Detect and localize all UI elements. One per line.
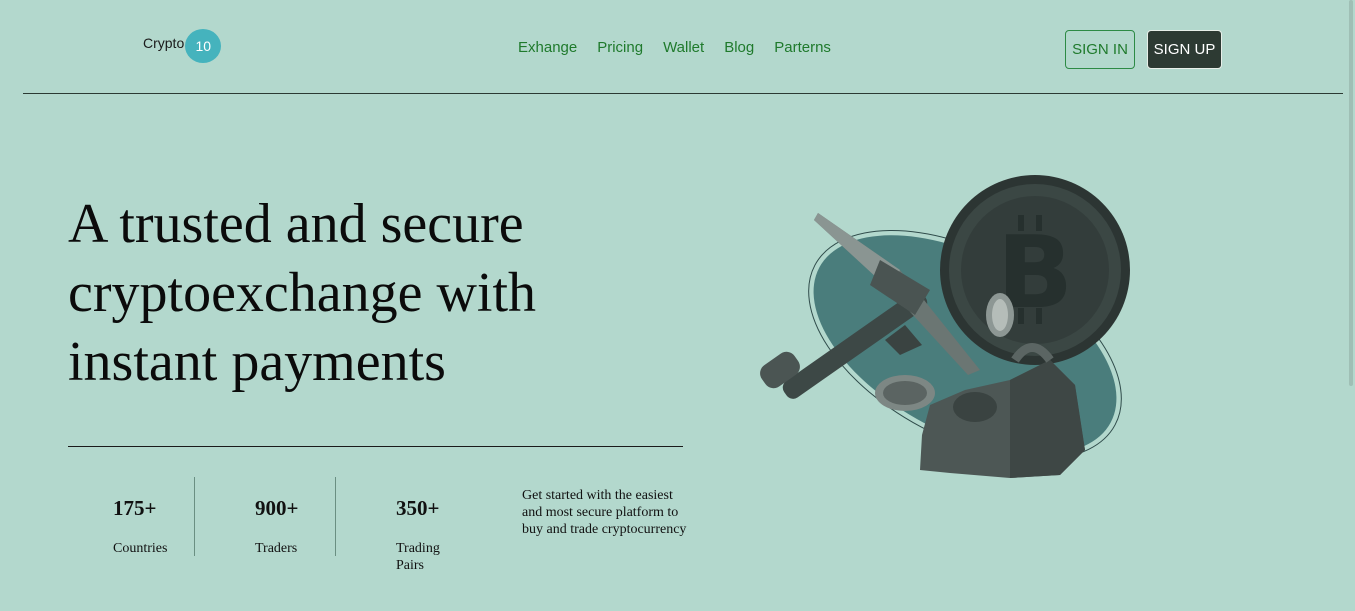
hero-title-line-2: cryptoexchange with — [68, 262, 537, 324]
stat-separator — [335, 477, 336, 556]
main-nav: Exhange Pricing Wallet Blog Parterns — [518, 39, 851, 56]
nav-link-partners[interactable]: Parterns — [774, 39, 831, 56]
hero-tagline: Get started with the easiest and most se… — [522, 488, 687, 537]
nav-link-pricing[interactable]: Pricing — [597, 39, 643, 56]
stat-label: Countries — [113, 541, 168, 556]
sign-up-button[interactable]: SIGN UP — [1147, 30, 1222, 69]
stat-label: Traders — [255, 541, 298, 556]
nav-link-wallet[interactable]: Wallet — [663, 39, 704, 56]
logo[interactable]: Crypto 10 — [143, 28, 222, 63]
stat-value: 350+ — [396, 496, 440, 520]
site-header: Crypto 10 Exhange Pricing Wallet Blog Pa… — [0, 0, 1355, 94]
hero-title: A trusted and secure cryptoexchange with… — [68, 190, 668, 397]
nav-link-exchange[interactable]: Exhange — [518, 39, 577, 56]
logo-text: Crypto — [143, 35, 185, 51]
sign-in-button[interactable]: SIGN IN — [1065, 30, 1135, 69]
header-divider — [23, 93, 1343, 94]
bitcoin-mining-pickaxe-icon: B — [760, 175, 1130, 478]
stat-separator — [194, 477, 195, 556]
stat-value: 175+ — [113, 496, 157, 520]
logo-badge: 10 — [185, 29, 222, 63]
hero-title-line-1: A trusted and secure — [68, 193, 524, 255]
hero-title-line-3: instant payments — [68, 331, 446, 393]
stat-label: Trading Pairs — [396, 541, 440, 573]
nav-link-blog[interactable]: Blog — [724, 39, 754, 56]
hero-divider — [68, 446, 683, 447]
stat-value: 900+ — [255, 496, 299, 520]
